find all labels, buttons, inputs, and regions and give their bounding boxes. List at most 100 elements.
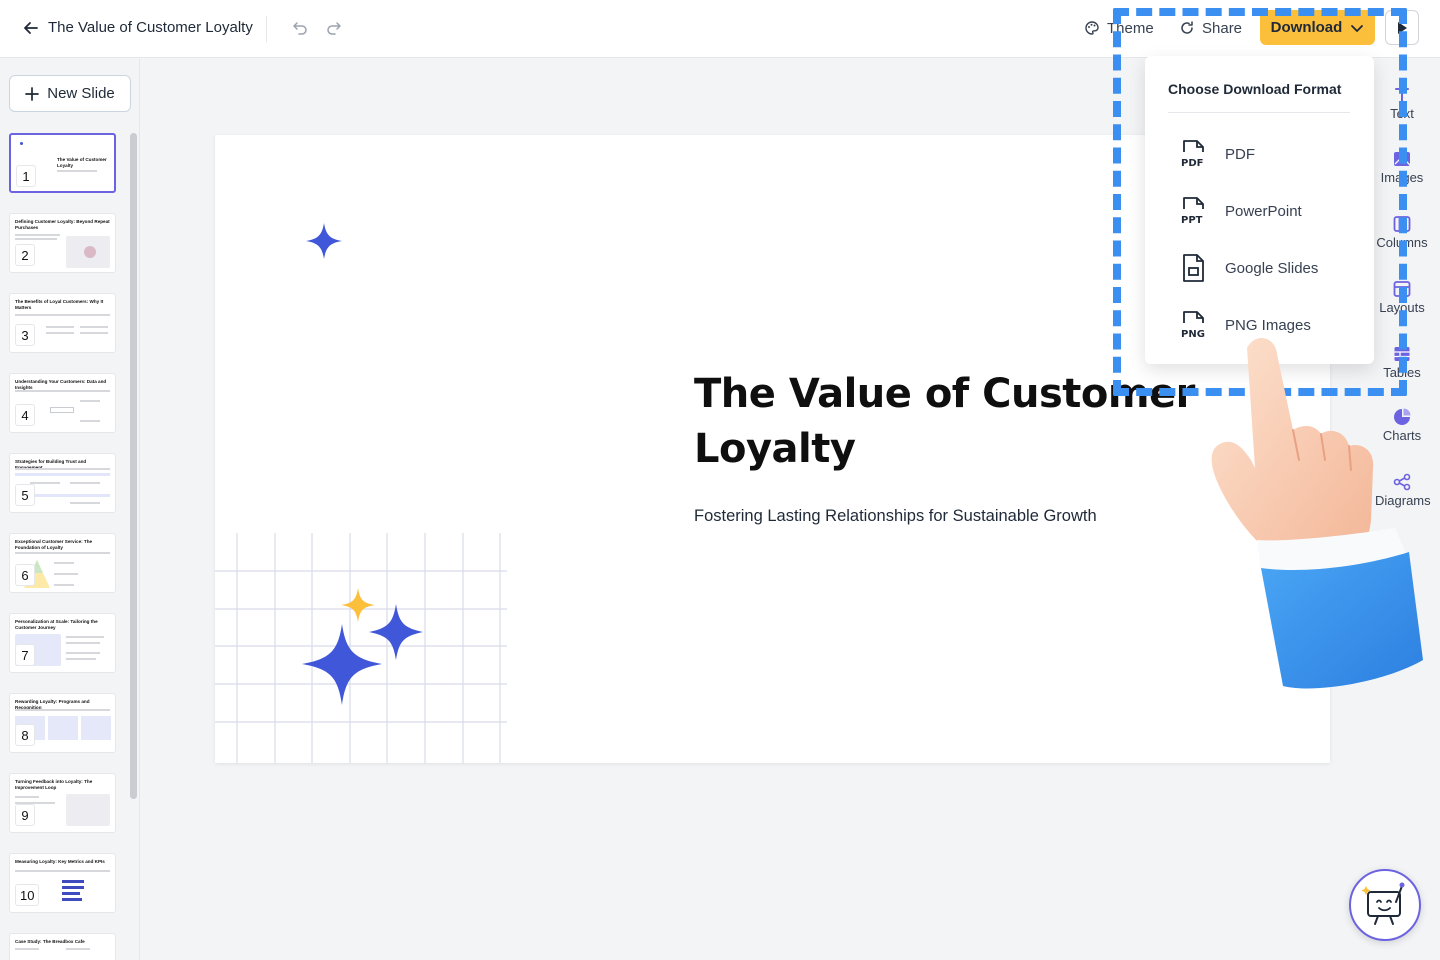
text-tool[interactable]: Text <box>1375 86 1429 121</box>
slide-thumbnail[interactable]: Turning Feedback into Loyalty: The Impro… <box>9 773 116 833</box>
diagram-icon <box>1393 473 1411 491</box>
thumbnail-bar <box>62 898 82 901</box>
slide-thumbnail[interactable]: Case Study: The Breadbox Cafe <box>9 933 116 960</box>
top-bar: The Value of Customer Loyalty Theme Shar… <box>0 0 1440 58</box>
thumbnail-text-line <box>70 502 100 504</box>
thumbnail-text-line <box>66 948 90 950</box>
slide-thumbnail[interactable]: Rewarding Loyalty: Programs and Recognit… <box>9 693 116 753</box>
google-slides-icon <box>1183 254 1204 282</box>
plus-icon <box>25 86 40 101</box>
thumbnail-text-line <box>15 234 60 236</box>
thumbnail-title: Understanding Your Customers: Data and I… <box>15 379 107 390</box>
present-button[interactable] <box>1385 10 1419 45</box>
thumbnail-text-line <box>15 314 110 316</box>
download-png-option[interactable]: PNG PNG Images <box>1145 300 1374 350</box>
grid-decoration <box>215 533 507 763</box>
slide-panel-scrollbar[interactable] <box>130 133 137 799</box>
thumbnail-bar <box>62 880 84 883</box>
share-button[interactable]: Share <box>1179 16 1242 40</box>
thumbnail-text-line <box>80 400 100 402</box>
download-powerpoint-option[interactable]: PPT PowerPoint <box>1145 186 1374 236</box>
images-tool-label: Images <box>1380 170 1424 185</box>
download-pdf-option[interactable]: PDF PDF <box>1145 129 1374 179</box>
tables-tool[interactable]: Tables <box>1375 345 1429 380</box>
download-format-menu: Choose Download Format PDF PDF PPT Power… <box>1145 56 1374 364</box>
back-button[interactable] <box>20 17 42 39</box>
thumbnail-title: Personalization at Scale: Tailoring the … <box>15 619 98 630</box>
thumbnail-circle <box>84 246 96 258</box>
layouts-tool-label: Layouts <box>1379 300 1425 315</box>
slide-title[interactable]: The Value of Customer Loyalty <box>694 367 1214 477</box>
thumbnail-image <box>66 794 110 826</box>
text-tool-label: Text <box>1390 106 1414 121</box>
share-label: Share <box>1202 19 1243 37</box>
slide-thumbnail[interactable]: The Value of Customer Loyalty 1 <box>9 133 116 193</box>
slide-thumbnail[interactable]: Measuring Loyalty: Key Metrics and KPIs … <box>9 853 116 913</box>
palette-icon <box>1085 21 1099 35</box>
png-icon-text: PNG <box>1181 329 1205 340</box>
ppt-icon-text: PPT <box>1181 215 1203 226</box>
toolbar-divider <box>266 16 267 42</box>
slide-thumbnail[interactable]: Understanding Your Customers: Data and I… <box>9 373 116 433</box>
thumbnail-title: Measuring Loyalty: Key Metrics and KPIs <box>15 859 105 864</box>
tables-tool-label: Tables <box>1383 365 1421 380</box>
pie-chart-icon <box>1394 408 1411 425</box>
slide-thumbnail[interactable]: The Benefits of Loyal Customers: Why It … <box>9 293 116 353</box>
thumbnail-number: 1 <box>16 165 36 187</box>
png-file-icon: PNG <box>1181 311 1205 340</box>
thumbnail-title: Case Study: The Breadbox Cafe <box>15 939 85 944</box>
thumbnail-text-line <box>54 562 74 564</box>
diagrams-tool[interactable]: Diagrams <box>1375 473 1431 508</box>
thumbnail-text-line <box>80 332 108 334</box>
thumbnail-diagram-box <box>50 407 74 413</box>
thumbnail-number: 4 <box>15 404 35 426</box>
thumbnail-text-line <box>66 636 104 638</box>
thumbnail-title: Defining Customer Loyalty: Beyond Repeat… <box>15 219 110 230</box>
thumbnail-title: Turning Feedback into Loyalty: The Impro… <box>15 779 93 790</box>
chevron-down-icon <box>1351 24 1364 32</box>
images-tool[interactable]: Images <box>1375 150 1429 185</box>
sparkle-icon <box>306 223 342 259</box>
star-mark <box>20 142 23 145</box>
thumbnail-number: 2 <box>15 244 35 266</box>
theme-button[interactable]: Theme <box>1084 16 1154 40</box>
thumbnail-text-line <box>80 326 108 328</box>
text-icon <box>1395 88 1409 102</box>
thumbnail-number: 5 <box>15 484 35 506</box>
charts-tool-label: Charts <box>1382 428 1422 443</box>
document-title[interactable]: The Value of Customer Loyalty <box>48 19 253 36</box>
download-google-slides-option[interactable]: Google Slides <box>1145 243 1374 293</box>
undo-button[interactable] <box>289 17 311 39</box>
arrow-left-icon <box>24 22 38 34</box>
powerpoint-option-label: PowerPoint <box>1225 202 1302 220</box>
columns-icon <box>1393 216 1411 232</box>
new-slide-label: New Slide <box>47 85 115 102</box>
slide-thumbnail[interactable]: Defining Customer Loyalty: Beyond Repeat… <box>9 213 116 273</box>
thumbnail-number: 10 <box>15 884 40 906</box>
thumbnail-number: 6 <box>15 564 35 586</box>
redo-icon <box>326 21 341 35</box>
new-slide-button[interactable]: New Slide <box>9 75 131 112</box>
thumbnail-text-line <box>66 658 96 660</box>
ppt-file-icon: PPT <box>1181 197 1204 226</box>
pdf-file-icon: PDF <box>1181 140 1204 169</box>
thumbnail-text-line <box>15 468 110 470</box>
thumbnail-text-line <box>66 642 100 644</box>
menu-divider <box>1168 112 1350 113</box>
slide-thumbnail[interactable]: Personalization at Scale: Tailoring the … <box>9 613 116 673</box>
thumbnail-text-line <box>46 332 74 334</box>
charts-tool[interactable]: Charts <box>1375 408 1429 443</box>
thumbnail-number: 7 <box>15 644 35 666</box>
download-button[interactable]: Download <box>1260 10 1375 45</box>
redo-button[interactable] <box>322 17 344 39</box>
pdf-option-label: PDF <box>1225 145 1255 163</box>
slide-thumbnail[interactable]: Exceptional Customer Service: The Founda… <box>9 533 116 593</box>
table-icon <box>1394 347 1410 361</box>
undo-icon <box>292 21 307 35</box>
slide-subtitle[interactable]: Fostering Lasting Relationships for Sust… <box>694 507 1097 526</box>
slide-thumbnail[interactable]: Strategies for Building Trust and Engage… <box>9 453 116 513</box>
layouts-tool[interactable]: Layouts <box>1375 280 1429 315</box>
columns-tool[interactable]: Columns <box>1375 215 1429 250</box>
ai-assistant-button[interactable] <box>1349 869 1421 941</box>
columns-tool-label: Columns <box>1376 235 1428 250</box>
